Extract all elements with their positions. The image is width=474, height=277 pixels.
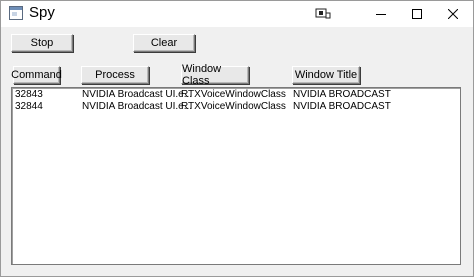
maximize-icon xyxy=(412,9,422,19)
column-window-class-button[interactable]: Window Class xyxy=(181,63,249,87)
stop-button[interactable]: Stop xyxy=(11,34,73,52)
cell-window-title: NVIDIA BROADCAST xyxy=(293,89,391,100)
cell-command: 32843 xyxy=(15,89,43,100)
title-bar[interactable]: Spy xyxy=(1,1,473,27)
maximize-button[interactable] xyxy=(397,1,437,27)
cell-process: NVIDIA Broadcast UI.e... xyxy=(82,101,193,112)
cell-window-class: RTXVoiceWindowClass xyxy=(181,101,286,112)
minimize-icon xyxy=(376,14,386,15)
cell-window-class: RTXVoiceWindowClass xyxy=(181,89,286,100)
close-button[interactable] xyxy=(433,1,473,27)
cast-icon[interactable] xyxy=(315,8,331,20)
spy-window: Spy Stop Clear Command Process Window Cl… xyxy=(0,0,474,277)
window-title: Spy xyxy=(29,4,55,21)
column-process-button[interactable]: Process xyxy=(81,66,149,84)
list-item[interactable]: 32843 NVIDIA Broadcast UI.e... RTXVoiceW… xyxy=(12,89,458,101)
clear-button[interactable]: Clear xyxy=(133,34,195,52)
cell-process: NVIDIA Broadcast UI.e... xyxy=(82,89,193,100)
column-window-title-button[interactable]: Window Title xyxy=(292,66,360,84)
app-icon xyxy=(9,6,23,20)
cell-window-title: NVIDIA BROADCAST xyxy=(293,101,391,112)
close-icon xyxy=(448,9,458,19)
column-command-button[interactable]: Command xyxy=(11,66,62,84)
message-list[interactable]: 32843 NVIDIA Broadcast UI.e... RTXVoiceW… xyxy=(11,87,461,265)
minimize-button[interactable] xyxy=(361,1,401,27)
list-item[interactable]: 32844 NVIDIA Broadcast UI.e... RTXVoiceW… xyxy=(12,101,458,113)
cell-command: 32844 xyxy=(15,101,43,112)
